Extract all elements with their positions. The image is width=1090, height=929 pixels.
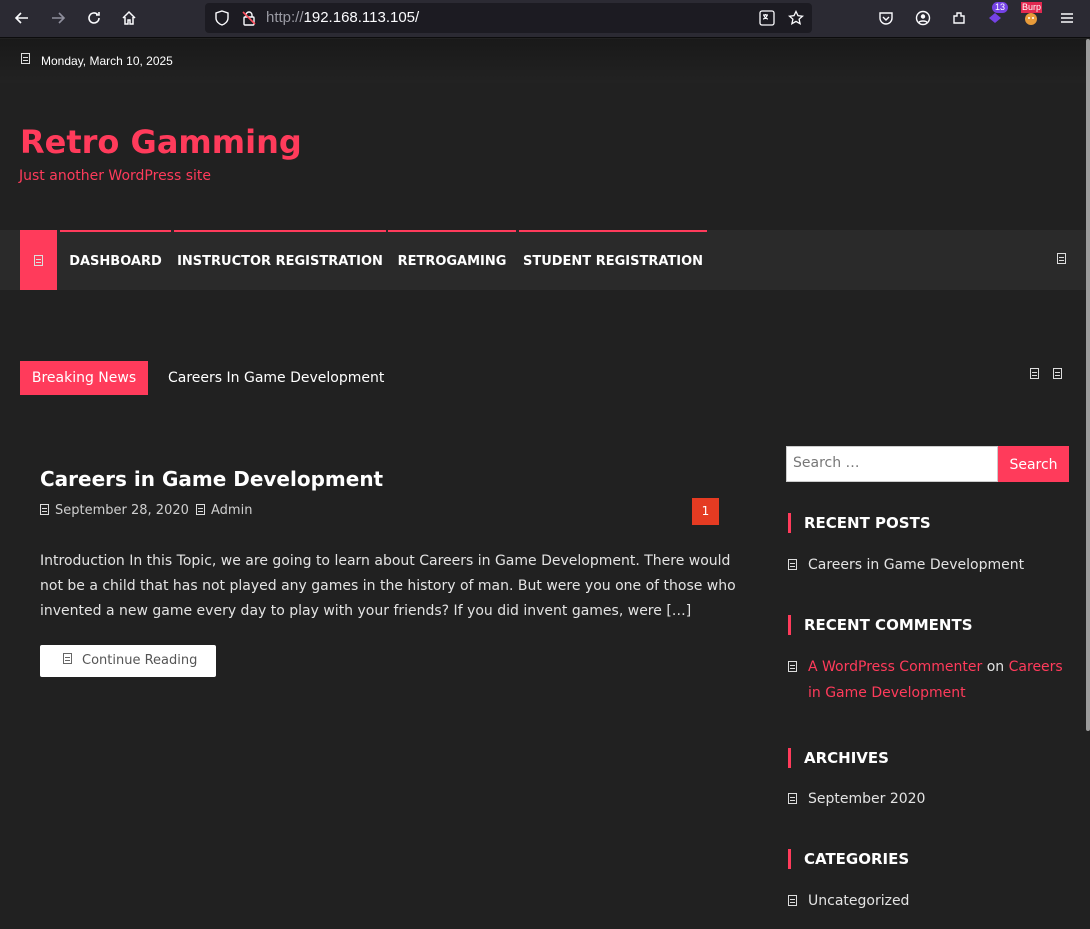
bookmark-star-icon[interactable] (787, 9, 805, 26)
ticker-prev-icon[interactable] (1030, 368, 1039, 379)
chevron-icon (788, 793, 797, 804)
archive-item[interactable]: September 2020 (787, 786, 1069, 812)
continue-reading-label: Continue Reading (82, 653, 198, 668)
recent-post-item[interactable]: Careers in Game Development (787, 552, 1069, 578)
search-icon[interactable] (1057, 253, 1066, 264)
post-author[interactable]: Admin (196, 503, 252, 518)
category-item[interactable]: Uncategorized (787, 888, 1069, 914)
search-button[interactable]: Search (998, 446, 1069, 482)
url-text[interactable]: http://192.168.113.105/ (266, 9, 419, 26)
recent-posts-title: RECENT POSTS (788, 513, 931, 533)
chevron-icon (788, 559, 797, 570)
recent-comment-text: A WordPress Commenter on Careers in Game… (808, 654, 1069, 706)
nav-item-retrogaming[interactable]: RETROGAMING (388, 230, 516, 290)
url-host: 192.168.113.105/ (303, 9, 420, 26)
recent-post-link[interactable]: Careers in Game Development (808, 552, 1069, 578)
categories-title: CATEGORIES (788, 849, 909, 869)
post-title[interactable]: Careers in Game Development (40, 467, 383, 491)
main-navigation: DASHBOARD INSTRUCTOR REGISTRATION RETROG… (0, 230, 1086, 290)
post-author-text: Admin (211, 503, 253, 518)
shield-icon[interactable] (214, 10, 230, 26)
archive-link[interactable]: September 2020 (808, 786, 1069, 812)
address-bar[interactable]: http://192.168.113.105/ (205, 3, 812, 33)
url-protocol: http:// (266, 9, 304, 26)
burp-extension-icon[interactable]: Burp (1017, 2, 1045, 32)
breaking-news-label: Breaking News (20, 361, 148, 395)
reload-icon[interactable] (80, 4, 108, 32)
post-date-text: September 28, 2020 (55, 503, 189, 518)
breaking-news-headline[interactable]: Careers In Game Development (168, 370, 384, 386)
user-icon (196, 504, 205, 515)
nav-item-student-registration[interactable]: STUDENT REGISTRATION (519, 230, 707, 290)
pocket-icon[interactable] (872, 4, 900, 32)
menu-icon[interactable] (1053, 4, 1081, 32)
search-input[interactable]: Search … (786, 446, 998, 482)
burp-label: Burp (1021, 2, 1043, 13)
home-icon (34, 254, 43, 266)
post-date[interactable]: September 28, 2020 (40, 503, 189, 518)
ticker-next-icon[interactable] (1053, 368, 1062, 379)
account-icon[interactable] (909, 4, 937, 32)
comment-on-text: on (986, 659, 1005, 675)
archives-title: ARCHIVES (788, 748, 889, 768)
nav-item-dashboard[interactable]: DASHBOARD (60, 230, 171, 290)
extensions-icon[interactable] (945, 4, 973, 32)
category-link[interactable]: Uncategorized (808, 888, 1069, 914)
home-button[interactable] (20, 230, 57, 290)
extension-purple-icon[interactable]: 13 (981, 2, 1009, 32)
calendar-icon (21, 53, 30, 64)
page-scrollbar[interactable] (1086, 39, 1090, 731)
nav-item-instructor-registration[interactable]: INSTRUCTOR REGISTRATION (174, 230, 386, 290)
chevron-icon (788, 895, 797, 906)
current-date: Monday, March 10, 2025 (41, 54, 173, 68)
extension-badge: 13 (992, 2, 1009, 13)
recent-comments-title: RECENT COMMENTS (788, 615, 973, 635)
comment-icon (788, 661, 797, 672)
top-bar: Monday, March 10, 2025 (0, 39, 1086, 83)
insecure-lock-icon[interactable] (241, 10, 257, 26)
forward-icon[interactable] (44, 4, 72, 32)
comment-count-badge[interactable]: 1 (692, 498, 719, 525)
browser-toolbar: http://192.168.113.105/ 13 Burp (0, 0, 1090, 38)
arrow-icon (63, 653, 72, 664)
recent-comment-item: A WordPress Commenter on Careers in Game… (787, 654, 1069, 706)
continue-reading-button[interactable]: Continue Reading (40, 645, 216, 677)
site-tagline: Just another WordPress site (19, 168, 212, 184)
site-title[interactable]: Retro Gamming (20, 123, 302, 161)
translate-icon[interactable] (759, 10, 775, 26)
home-icon[interactable] (115, 4, 143, 32)
back-icon[interactable] (8, 4, 36, 32)
post-excerpt: Introduction In this Topic, we are going… (40, 553, 736, 619)
calendar-icon (40, 504, 49, 515)
comment-author-link[interactable]: A WordPress Commenter (808, 659, 982, 675)
